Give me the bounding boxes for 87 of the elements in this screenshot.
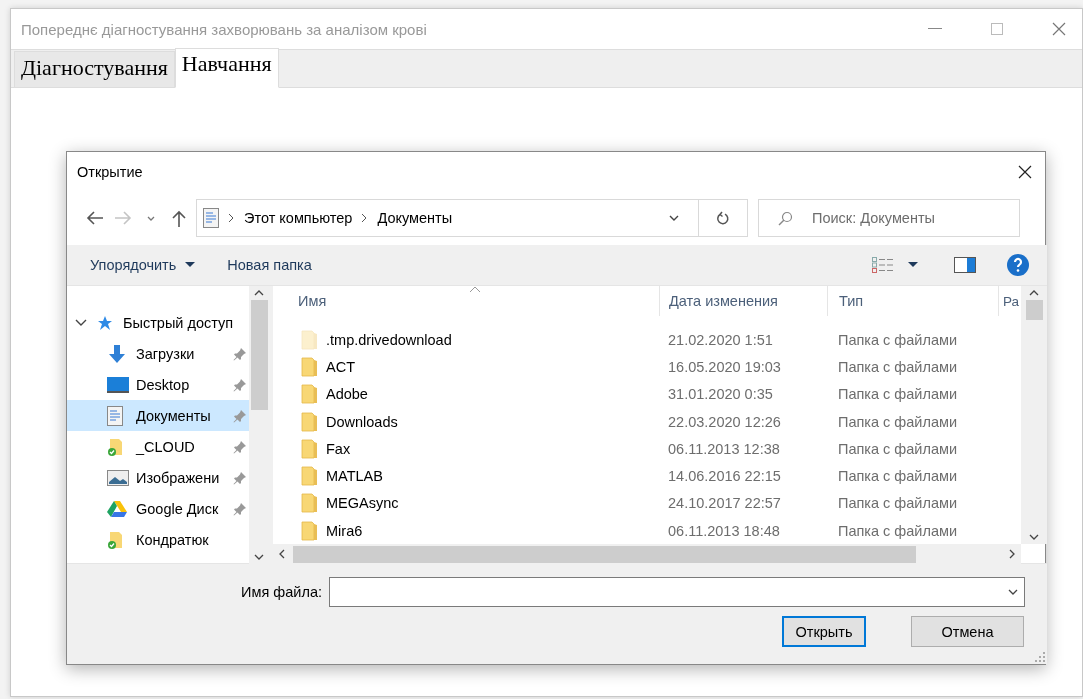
caret-icon — [185, 262, 196, 268]
arrow-left-icon — [86, 211, 104, 225]
nav-item[interactable]: Google Диск — [67, 493, 249, 524]
file-name[interactable]: Adobe — [326, 386, 368, 403]
close-icon — [1018, 164, 1032, 179]
scroll-thumb[interactable] — [1025, 300, 1043, 320]
sort-caret-icon — [469, 286, 481, 293]
scroll-thumb[interactable] — [250, 300, 268, 410]
chevron-right-icon — [361, 213, 369, 223]
file-name[interactable]: Fax — [326, 440, 351, 457]
address-bar[interactable]: Этот компьютер Документы — [196, 199, 748, 237]
preview-pane-icon — [954, 257, 976, 273]
chevron-left-icon[interactable] — [279, 549, 285, 559]
minimize-icon — [928, 28, 942, 30]
breadcrumb[interactable]: Документы — [377, 210, 453, 226]
file-name[interactable]: MEGAsync — [326, 495, 399, 512]
file-name[interactable]: MATLAB — [326, 468, 383, 485]
breadcrumb[interactable]: Этот компьютер — [244, 210, 353, 226]
column-header[interactable]: Тип — [827, 286, 998, 316]
file-name[interactable]: ACT — [326, 358, 355, 375]
refresh-icon — [716, 210, 730, 226]
picture-icon — [107, 469, 129, 486]
document-icon — [203, 208, 219, 228]
file-name-field[interactable] — [329, 577, 1025, 607]
file-type: Папка с файлами — [838, 331, 958, 348]
chevron-up-icon[interactable] — [254, 290, 264, 296]
window-title: Попереднє діагностування захворювань за аналізом крові — [21, 20, 428, 38]
nav-item[interactable]: Кондратюк — [67, 524, 249, 555]
file-type: Папка с файлами — [838, 413, 958, 430]
chevron-up-icon[interactable] — [1029, 290, 1039, 296]
column-header[interactable]: Имя — [273, 286, 659, 316]
file-name-label: Имя файла: — [241, 584, 322, 600]
desktop-icon — [107, 376, 129, 393]
file-type: Папка с файлами — [838, 440, 958, 457]
dialog-title: Открытие — [77, 163, 143, 180]
file-type: Папка с файлами — [838, 386, 958, 403]
chevron-down-icon — [1008, 589, 1018, 595]
organize-button[interactable]: Упорядочить — [81, 251, 205, 279]
file-type: Папка с файлами — [838, 468, 958, 485]
nav-item[interactable]: Загрузки — [67, 338, 249, 369]
tab[interactable]: Навчання — [174, 48, 279, 88]
file-date: 31.01.2020 0:35 — [668, 386, 773, 403]
file-date: 06.11.2013 12:38 — [668, 440, 780, 457]
file-type: Папка с файлами — [838, 495, 958, 512]
nav-item[interactable]: _CLOUD — [67, 431, 249, 462]
nav-item[interactable]: Документы — [67, 400, 249, 431]
star-icon — [97, 314, 113, 331]
dialog-button[interactable]: Открыть — [782, 616, 866, 647]
file-type: Папка с файлами — [838, 358, 958, 375]
dialog-button[interactable]: Отмена — [911, 616, 1024, 647]
file-date: 22.03.2020 12:26 — [668, 413, 781, 430]
file-date: 14.06.2016 22:15 — [668, 468, 781, 485]
arrow-up-icon — [172, 209, 186, 227]
scroll-thumb[interactable] — [293, 545, 916, 563]
download-arrow-icon — [107, 343, 127, 364]
scrollbar[interactable] — [1021, 286, 1047, 544]
chevron-right-icon[interactable] — [1009, 549, 1015, 559]
file-date: 16.05.2020 19:03 — [668, 358, 781, 375]
search-field[interactable]: Поиск: Документы — [758, 199, 1020, 237]
file-date: 06.11.2013 18:48 — [668, 522, 780, 539]
chevron-down-icon — [147, 215, 155, 221]
nav-item[interactable]: Быстрый доступ — [67, 307, 249, 338]
nav-item[interactable]: Desktop — [67, 369, 249, 400]
file-name[interactable]: .tmp.drivedownload — [326, 331, 452, 348]
file-name[interactable]: Downloads — [326, 413, 398, 430]
file-type: Папка с файлами — [838, 522, 958, 539]
arrow-right-icon — [114, 211, 132, 225]
caret-icon — [908, 262, 918, 268]
close-icon — [1052, 22, 1066, 36]
file-date: 24.10.2017 22:57 — [668, 495, 781, 512]
chevron-down-icon — [669, 215, 679, 221]
file-date: 21.02.2020 1:51 — [668, 331, 773, 348]
chevron-right-icon — [228, 213, 235, 223]
chevron-down-icon[interactable] — [1029, 534, 1039, 540]
triangle-logo-icon — [107, 499, 127, 518]
new-folder-button[interactable]: Новая папка — [218, 251, 321, 279]
scrollbar[interactable] — [273, 544, 1021, 564]
document-icon — [107, 405, 123, 426]
tab[interactable]: Діагностування — [14, 51, 175, 87]
nav-item[interactable]: Изображени — [67, 462, 249, 493]
maximize-icon — [991, 23, 1003, 35]
file-name[interactable]: Mira6 — [326, 522, 363, 539]
chevron-down-icon[interactable] — [254, 554, 264, 560]
help-icon — [1006, 253, 1030, 277]
column-header[interactable]: Дата изменения — [659, 286, 827, 316]
resize-grip-icon — [1035, 652, 1045, 662]
details-view-icon — [872, 257, 894, 273]
